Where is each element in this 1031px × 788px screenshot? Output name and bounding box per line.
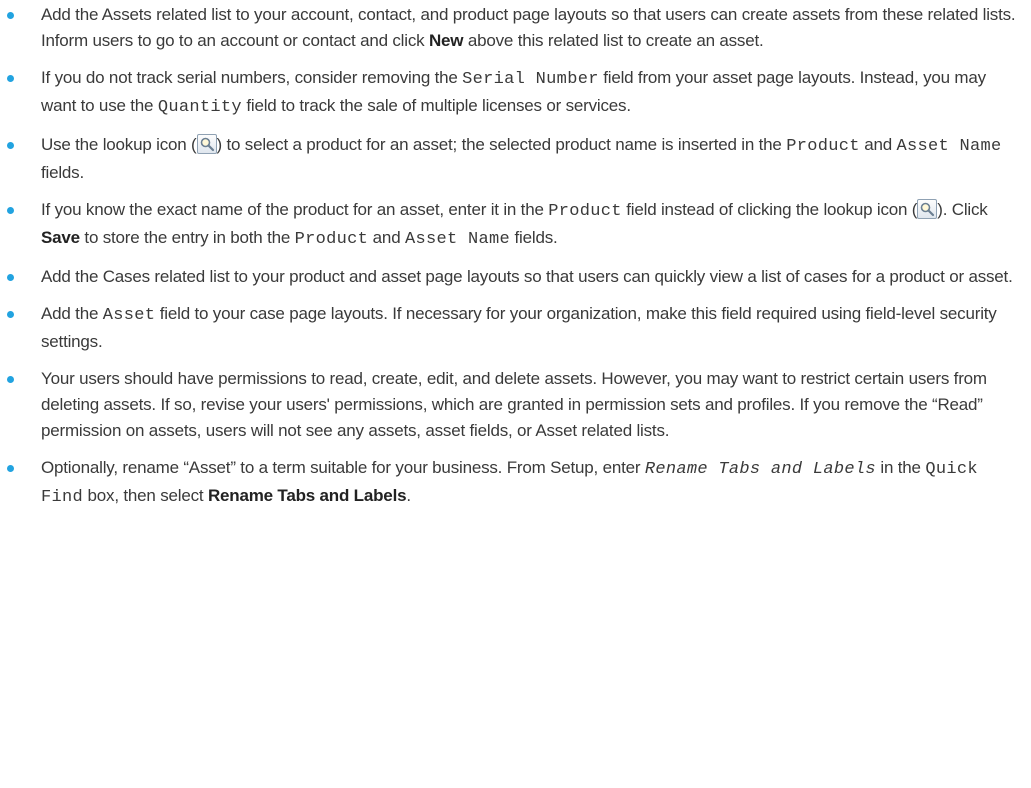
field-name: Product [786,137,860,156]
body-text: to store the entry in both the [79,228,295,247]
list-item: Add the Asset field to your case page la… [2,301,1021,355]
bullet-dot-icon [7,376,14,383]
field-name: Asset Name [404,230,510,249]
field-name: Product [548,202,622,221]
body-text: field instead of clicking the lookup ico… [621,200,918,219]
field-name: Product [294,230,369,249]
ui-label: New [428,31,464,50]
ui-label: Rename Tabs and Labels [207,486,407,505]
lookup-icon [917,199,938,219]
body-text: ). Click [937,200,988,219]
field-name: Serial Number [462,70,599,89]
list-item: If you do not track serial numbers, cons… [2,65,1021,121]
field-name: Quantity [157,98,242,117]
bullet-dot-icon [7,75,14,82]
bullet-list: Add the Assets related list to your acco… [2,2,1021,511]
ui-label: Save [41,228,80,247]
bullet-dot-icon [7,311,14,318]
body-text: If you know the exact name of the produc… [41,200,549,219]
bullet-dot-icon [7,465,14,472]
lookup-icon [196,134,217,154]
search-term: Rename Tabs and Labels [644,460,876,479]
body-text: Your users should have permissions to re… [41,369,987,440]
list-item: Add the Assets related list to your acco… [2,2,1021,54]
body-text: If you do not track serial numbers, cons… [41,68,463,87]
body-text: . [406,486,411,505]
field-name: Asset [102,306,156,325]
body-text: Add the Cases related list to your produ… [41,267,1013,286]
document-page: Add the Assets related list to your acco… [0,0,1031,788]
list-item: Optionally, rename “Asset” to a term sui… [2,455,1021,511]
list-item: Use the lookup icon ( ) to select a produ… [2,132,1021,186]
field-name: Asset Name [896,137,1002,156]
body-text: box, then select [83,486,208,505]
list-item: Add the Cases related list to your produ… [2,264,1021,290]
bullet-dot-icon [7,12,14,19]
body-text: Use the lookup icon ( [41,135,197,154]
body-text: field to your case page layouts. If nece… [41,304,997,351]
bullet-dot-icon [7,274,14,281]
body-text: Add the [41,304,103,323]
body-text: ) to select a product for an asset; the … [216,135,787,154]
body-text: fields. [41,163,85,182]
body-text: Optionally, rename “Asset” to a term sui… [41,458,645,477]
body-text: fields. [510,228,558,247]
bullet-dot-icon [7,207,14,214]
bullet-dot-icon [7,142,14,149]
body-text: and [368,228,405,247]
body-text: above this related list to create an ass… [463,31,764,50]
body-text: in the [875,458,926,477]
list-item: If you know the exact name of the produc… [2,197,1021,253]
body-text: and [859,135,897,154]
list-item: Your users should have permissions to re… [2,366,1021,444]
body-text: field to track the sale of multiple lice… [241,96,631,115]
